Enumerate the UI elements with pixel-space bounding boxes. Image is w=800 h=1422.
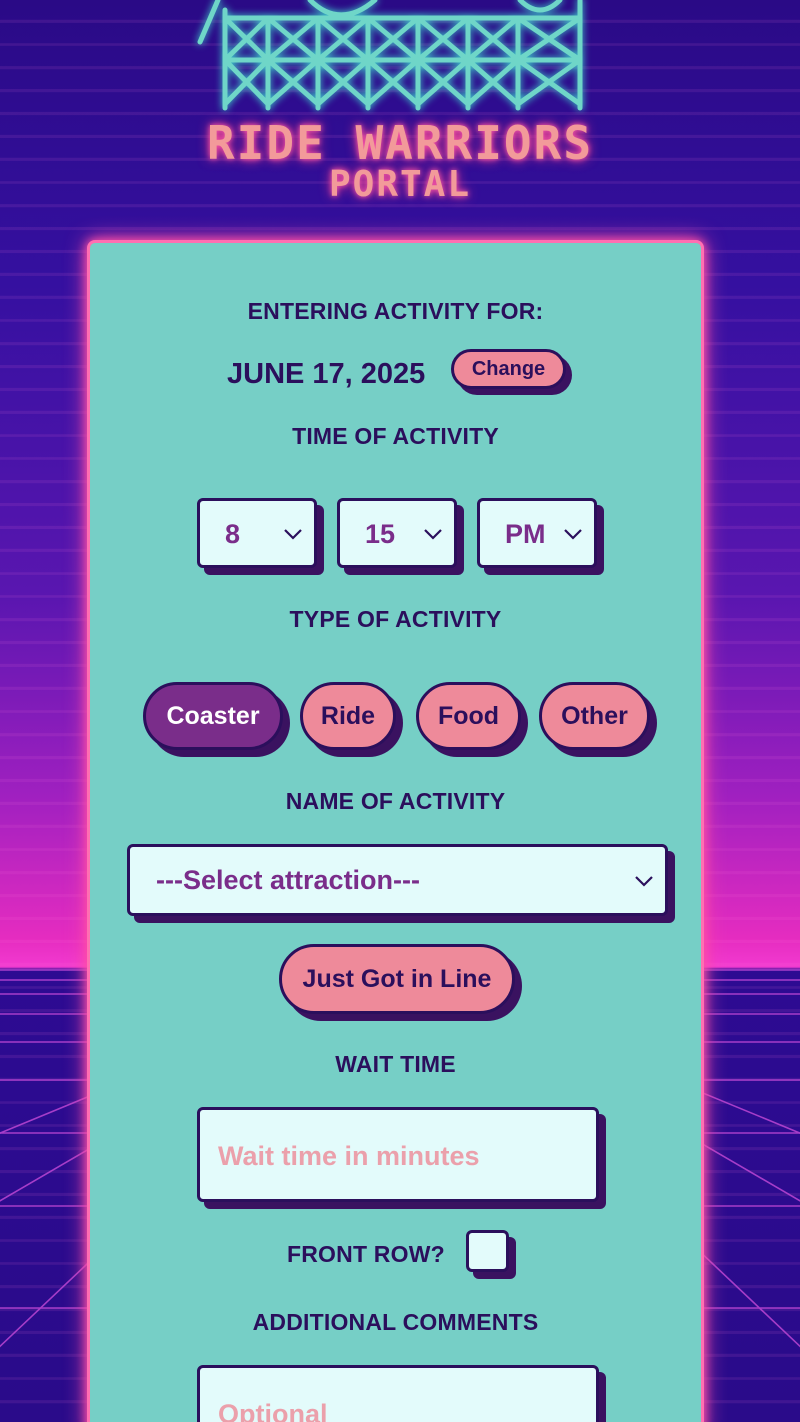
type-of-activity-label: TYPE OF ACTIVITY [289,606,502,632]
change-date-button[interactable]: Change [451,349,566,389]
name-of-activity-label: NAME OF ACTIVITY [285,788,506,814]
chevron-down-icon [564,529,582,540]
activity-form-card: ENTERING ACTIVITY FOR: JUNE 17, 2025 Cha… [87,240,704,1422]
wait-time-input[interactable] [218,1138,578,1174]
time-of-activity-label: TIME OF ACTIVITY [292,423,499,449]
chevron-down-icon [635,876,653,887]
minute-select[interactable]: 15 [337,498,457,568]
activity-date: JUNE 17, 2025 [227,358,426,390]
comments-field[interactable] [197,1365,599,1422]
roller-coaster-icon [197,0,583,111]
front-row-checkbox[interactable] [466,1230,509,1272]
type-option-other[interactable]: Other [539,682,650,750]
attraction-select-value: ---Select attraction--- [156,865,421,895]
ampm-value: PM [505,519,546,549]
type-option-coaster[interactable]: Coaster [143,682,283,750]
entering-activity-label: ENTERING ACTIVITY FOR: [247,298,544,324]
attraction-select[interactable]: ---Select attraction--- [127,844,668,916]
chevron-down-icon [284,529,302,540]
logo-title: RIDE WARRIORS [206,116,594,170]
comments-input[interactable] [218,1396,578,1422]
type-option-ride[interactable]: Ride [300,682,396,750]
wait-time-field[interactable] [197,1107,599,1202]
chevron-down-icon [424,529,442,540]
front-row-label: FRONT ROW? [287,1241,445,1267]
minute-value: 15 [365,519,396,549]
logo: RIDE WARRIORS PORTAL [0,0,800,220]
just-got-in-line-button[interactable]: Just Got in Line [279,944,515,1014]
additional-comments-label: ADDITIONAL COMMENTS [252,1309,539,1335]
hour-select[interactable]: 8 [197,498,317,568]
type-option-food[interactable]: Food [416,682,521,750]
hour-value: 8 [225,519,241,549]
logo-subtitle: PORTAL [328,164,472,205]
wait-time-label: WAIT TIME [335,1051,456,1077]
ampm-select[interactable]: PM [477,498,597,568]
